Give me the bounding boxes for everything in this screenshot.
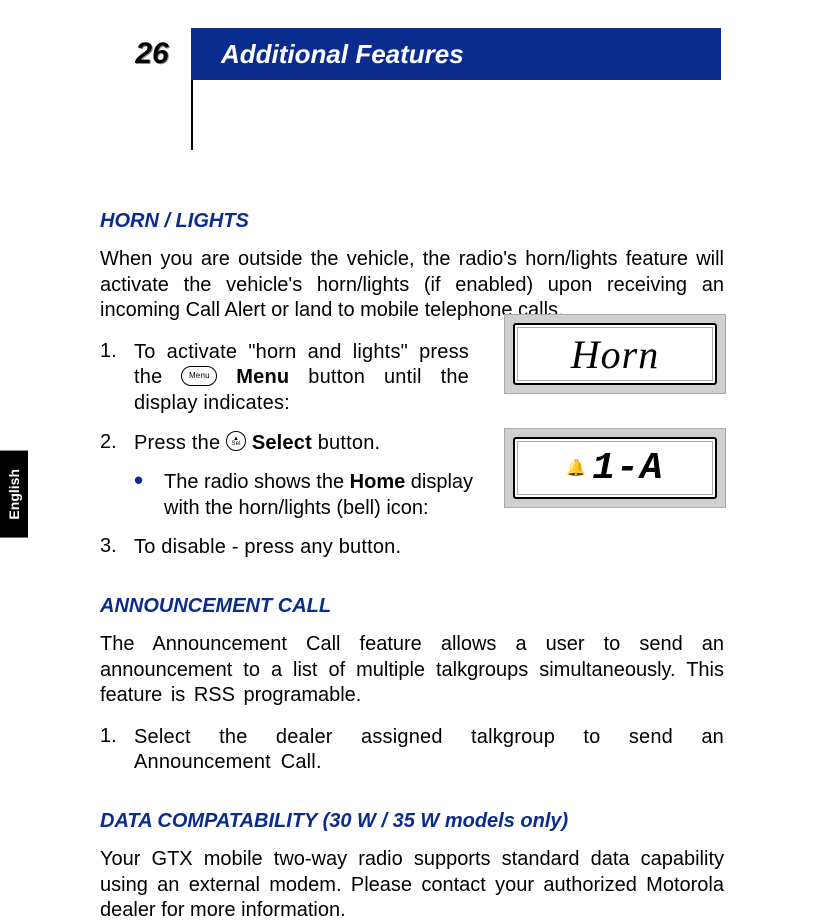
page-number: 26 xyxy=(135,37,168,71)
section-heading-announcement: ANNOUNCEMENT CALL xyxy=(100,595,724,618)
horn-step-3: 3. To disable - press any button. xyxy=(100,535,724,561)
bullet-dot-icon: • xyxy=(134,470,164,521)
announcement-intro: The Announcement Call feature allows a u… xyxy=(100,632,724,709)
header-divider xyxy=(191,80,834,150)
chapter-title: Additional Features xyxy=(221,39,464,70)
chapter-title-bar: Additional Features xyxy=(191,28,721,80)
horn-intro: When you are outside the vehicle, the ra… xyxy=(100,247,724,324)
page-number-box: 26 xyxy=(113,28,191,80)
horn-step-2: 2. Press the ▲Sel Select button. xyxy=(100,431,724,457)
announcement-step-1: 1. Select the dealer assigned talkgroup … xyxy=(100,725,724,776)
horn-step-1: 1. To activate "horn and lights" press t… xyxy=(100,340,724,417)
language-tab: English xyxy=(0,451,28,538)
bell-icon: 🔔 xyxy=(566,458,586,478)
data-intro: Your GTX mobile two-way radio supports s… xyxy=(100,847,724,924)
section-heading-horn: HORN / LIGHTS xyxy=(100,210,724,233)
section-heading-data: DATA COMPATABILITY (30 W / 35 W models o… xyxy=(100,810,724,833)
select-button-icon: ▲Sel xyxy=(226,431,246,451)
menu-button-icon: Menu xyxy=(181,366,217,386)
